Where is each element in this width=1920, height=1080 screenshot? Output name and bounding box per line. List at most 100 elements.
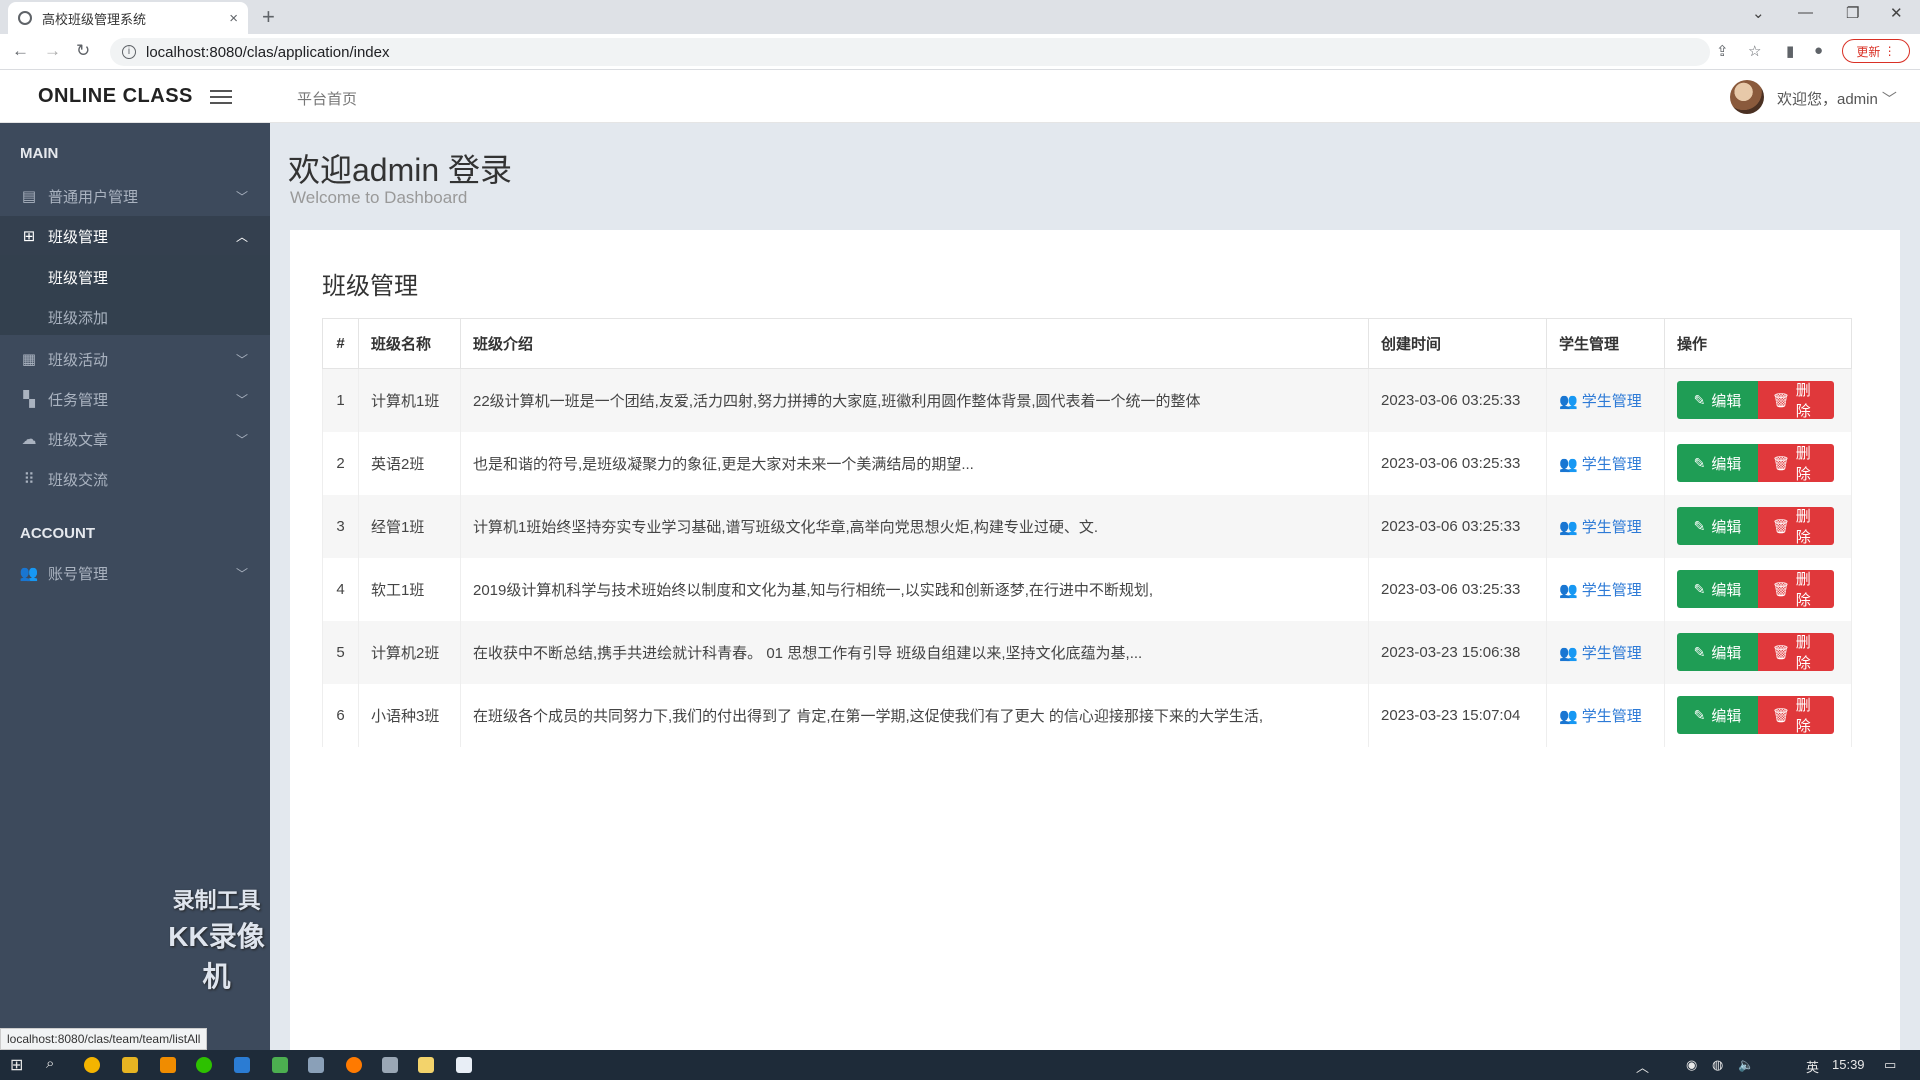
bookmark-star-icon[interactable]: ☆ [1748, 42, 1761, 60]
avatar[interactable] [1730, 80, 1764, 114]
delete-button[interactable]: 🗑 删除 [1758, 444, 1834, 483]
sidebar-item-users[interactable]: ▤ 普通用户管理 ﹀ [0, 176, 270, 216]
editor-taskbar-icon[interactable] [272, 1057, 288, 1073]
table-row: 1 计算机1班 22级计算机一班是一个团结,友爱,活力四射,努力拼搏的大家庭,班徽利… [322, 368, 1852, 432]
cell-created-time: 2023-03-06 03:25:33 [1368, 557, 1547, 621]
sidebar-item-articles[interactable]: ☁ 班级文章 ﹀ [0, 419, 270, 459]
edit-label: 编辑 [1711, 707, 1742, 725]
window-close-icon[interactable]: ✕ [1890, 4, 1903, 22]
student-manage-link[interactable]: 👥 学生管理 [1559, 645, 1642, 662]
app-taskbar-icon[interactable] [234, 1057, 250, 1073]
student-manage-link[interactable]: 👥 学生管理 [1559, 456, 1642, 473]
browser-taskbar-icon[interactable] [456, 1057, 472, 1073]
submenu-item-class-add[interactable]: 班级添加 [48, 307, 108, 328]
folder-taskbar-icon[interactable] [122, 1057, 138, 1073]
breadcrumb-home[interactable]: 平台首页 [297, 88, 357, 109]
cell-class-intro: 在收获中不断总结,携手共进绘就计科青春。 01 思想工作有引导 班级自组建以来,… [460, 620, 1369, 684]
cell-actions: ✎ 编辑 🗑 删除 [1664, 683, 1852, 747]
cell-student-manage: 👥 学生管理 [1546, 557, 1665, 621]
trash-icon: 🗑 [1772, 391, 1790, 408]
trash-icon: 🗑 [1772, 580, 1790, 597]
recorder-taskbar-icon[interactable] [346, 1057, 362, 1073]
column-header-actions: 操作 [1664, 318, 1852, 369]
sidebar-item-class[interactable]: ⊞ 班级管理 ︿ [0, 216, 270, 256]
tab-search-icon[interactable]: ⌄ [1752, 4, 1765, 22]
wechat-taskbar-icon[interactable] [196, 1057, 212, 1073]
delete-button[interactable]: 🗑 删除 [1758, 570, 1834, 609]
browser-tab[interactable]: 高校班级管理系统 × [8, 2, 248, 34]
minimize-icon[interactable]: — [1798, 4, 1813, 21]
edit-button[interactable]: ✎ 编辑 [1677, 633, 1758, 671]
users-icon: 👥 [19, 565, 39, 582]
chevron-down-icon: ﹀ [235, 189, 248, 204]
tab-title: 高校班级管理系统 [42, 11, 147, 27]
student-manage-link[interactable]: 👥 学生管理 [1559, 519, 1642, 536]
update-button[interactable]: 更新 ⋮ [1842, 39, 1910, 63]
browser-tabstrip: 高校班级管理系统 × + ⌄ — ❐ ✕ [0, 0, 1920, 34]
new-tab-button[interactable]: + [262, 4, 275, 30]
table-row: 4 软工1班 2019级计算机科学与技术班始终以制度和文化为基,知与行相统一,以实践… [322, 557, 1852, 621]
windows-start-icon[interactable]: ⊞ [10, 1055, 23, 1075]
user-menu[interactable]: 欢迎您，admin ﹀ [1777, 88, 1897, 109]
share-icon[interactable]: ⇪ [1716, 42, 1729, 60]
table-icon: ▦ [21, 351, 37, 368]
delete-label: 删除 [1795, 382, 1811, 421]
menu-toggle-icon[interactable] [210, 90, 232, 104]
address-bar[interactable]: i localhost:8080/clas/application/index [110, 38, 1710, 66]
sidebar-item-activity[interactable]: ▦ 班级活动 ﹀ [0, 339, 270, 379]
sidebar-item-label: 班级活动 [48, 351, 109, 369]
student-manage-link[interactable]: 👥 学生管理 [1559, 708, 1642, 725]
edit-button[interactable]: ✎ 编辑 [1677, 570, 1758, 608]
edit-button[interactable]: ✎ 编辑 [1677, 507, 1758, 545]
edit-label: 编辑 [1711, 455, 1742, 473]
app-header: ONLINE CLASS 平台首页 欢迎您，admin ﹀ [0, 70, 1920, 123]
notes-taskbar-icon[interactable] [418, 1057, 434, 1073]
edit-icon: ✎ [1693, 706, 1706, 723]
class-card: 班级管理 # 班级名称 班级介绍 创建时间 学生管理 操作 1 计算机1班 22级计… [290, 230, 1900, 1060]
cell-class-intro: 22级计算机一班是一个团结,友爱,活力四射,努力拼搏的大家庭,班徽利用圆作整体背… [460, 368, 1369, 432]
delete-button[interactable]: 🗑 删除 [1758, 633, 1834, 672]
sidebar-item-account[interactable]: 👥 账号管理 ﹀ [0, 553, 270, 593]
forward-icon[interactable]: → [44, 41, 61, 61]
edit-label: 编辑 [1711, 644, 1742, 662]
delete-button[interactable]: 🗑 删除 [1758, 696, 1834, 735]
restore-icon[interactable]: ❐ [1846, 4, 1859, 22]
cell-class-name: 计算机1班 [358, 368, 461, 432]
search-icon[interactable]: ⌕ [46, 1055, 54, 1072]
back-icon[interactable]: ← [12, 41, 29, 61]
delete-button[interactable]: 🗑 删除 [1758, 381, 1834, 421]
profile-icon[interactable]: ● [1814, 42, 1823, 59]
delete-button[interactable]: 🗑 删除 [1758, 507, 1834, 546]
sidebar-section-main: MAIN [20, 145, 59, 162]
sidebar-item-chat[interactable]: ⠿ 班级交流 [0, 459, 270, 499]
settings-taskbar-icon[interactable] [382, 1057, 398, 1073]
site-info-icon[interactable]: i [122, 45, 136, 59]
side-panel-icon[interactable]: ▮ [1786, 42, 1794, 60]
search-tool-taskbar-icon[interactable] [160, 1057, 176, 1073]
chevron-down-icon: ﹀ [235, 432, 248, 447]
cell-class-name: 小语种3班 [358, 683, 461, 747]
cloud-icon: ☁ [21, 431, 37, 448]
chevron-up-icon: ︿ [235, 229, 248, 244]
sidebar-item-tasks[interactable]: ▚ 任务管理 ﹀ [0, 379, 270, 419]
tray-expand-icon[interactable]: ︿ [1636, 1057, 1649, 1076]
student-manage-link[interactable]: 👥 学生管理 [1559, 582, 1642, 599]
ime-indicator[interactable]: 英 [1806, 1057, 1819, 1076]
reload-icon[interactable]: ↻ [76, 41, 90, 61]
tab-close-icon[interactable]: × [229, 10, 238, 27]
submenu-item-class-list[interactable]: 班级管理 [48, 267, 108, 288]
clock[interactable]: 15:39 [1832, 1057, 1865, 1072]
network-tray-icon[interactable]: ◍ [1712, 1057, 1723, 1073]
wechat-tray-icon[interactable]: ◉ [1686, 1057, 1697, 1073]
column-header-created: 创建时间 [1368, 318, 1547, 369]
edit-button[interactable]: ✎ 编辑 [1677, 381, 1758, 420]
pc-taskbar-icon[interactable] [308, 1057, 324, 1073]
edit-button[interactable]: ✎ 编辑 [1677, 444, 1758, 482]
student-manage-label: 学生管理 [1581, 707, 1642, 725]
chrome-taskbar-icon[interactable] [84, 1057, 100, 1073]
notification-icon[interactable]: ▭ [1884, 1057, 1896, 1073]
edit-button[interactable]: ✎ 编辑 [1677, 696, 1758, 734]
student-manage-link[interactable]: 👥 学生管理 [1559, 393, 1642, 410]
volume-tray-icon[interactable]: 🔈 [1738, 1057, 1754, 1073]
cell-actions: ✎ 编辑 🗑 删除 [1664, 431, 1852, 495]
